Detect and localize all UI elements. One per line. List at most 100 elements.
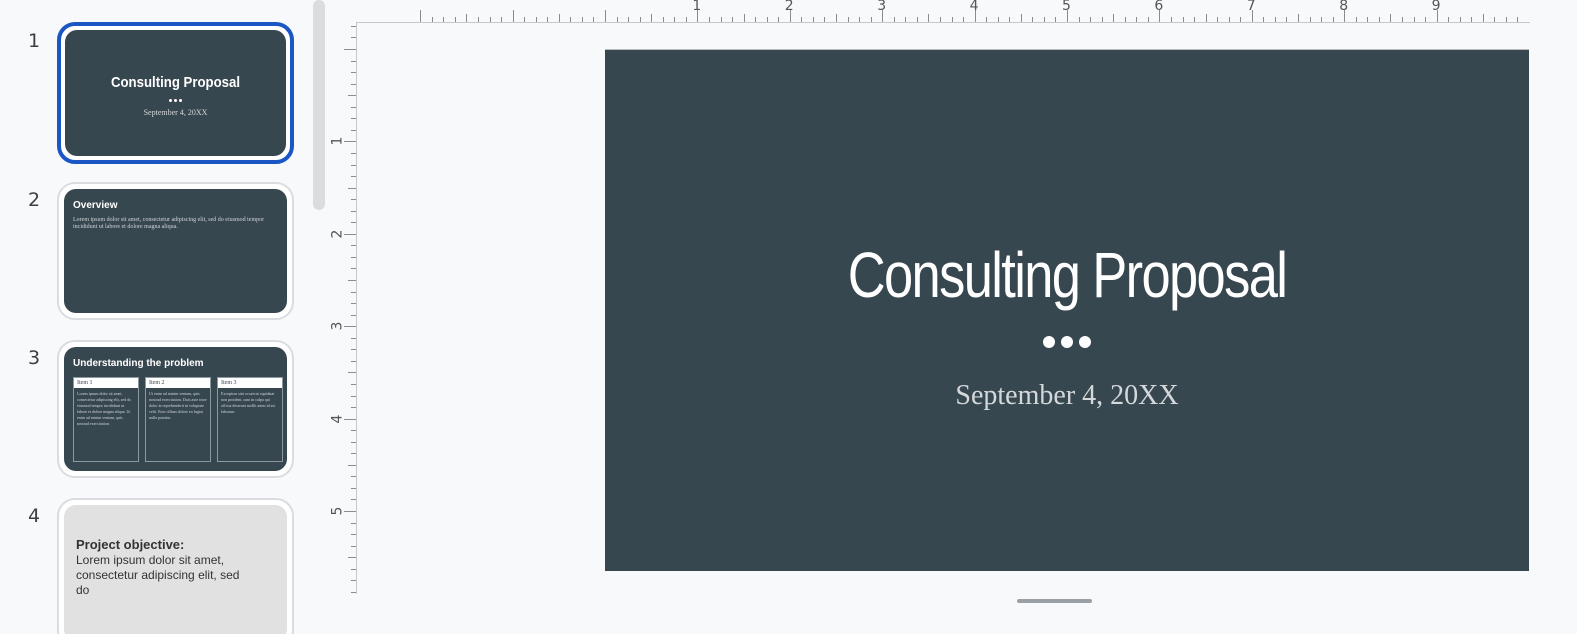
ruler-tick xyxy=(836,14,837,22)
ruler-tick xyxy=(581,17,583,22)
ruler-tick xyxy=(628,17,630,22)
ruler-tick xyxy=(351,25,356,27)
slide-number: 3 xyxy=(27,347,41,369)
ruler-tick xyxy=(1378,17,1380,22)
ruler-tick xyxy=(1517,17,1519,22)
ruler-tick xyxy=(1194,17,1196,22)
ruler-tick xyxy=(1009,17,1011,22)
slide-thumbnail-selected[interactable]: Consulting Proposal September 4, 20XX xyxy=(57,22,294,164)
column-heading: Item 2 xyxy=(146,378,210,388)
slide-thumbnail[interactable]: Overview Lorem ipsum dolor sit amet, con… xyxy=(57,182,294,320)
ruler-tick xyxy=(859,17,861,22)
ruler-tick xyxy=(344,141,356,143)
ruler-number: 1 xyxy=(692,0,702,14)
column-body: Lorem ipsum dolor sit amet, consectetur … xyxy=(77,391,132,426)
ruler-tick xyxy=(348,187,356,189)
ruler-tick xyxy=(351,337,356,339)
ruler-tick xyxy=(431,17,433,22)
ruler-tick xyxy=(1413,17,1415,22)
ruler-tick xyxy=(685,17,687,22)
ruler-tick xyxy=(1286,17,1288,22)
thumbnail-slide: Understanding the problem Item 1 Lorem i… xyxy=(64,347,287,471)
ruler-tick xyxy=(905,17,907,22)
ruler-tick xyxy=(1101,17,1103,22)
ruler-tick xyxy=(344,511,356,512)
ruler-tick xyxy=(489,17,491,22)
ruler-tick xyxy=(348,464,356,466)
ruler-tick xyxy=(351,72,356,74)
ruler-tick xyxy=(351,545,356,547)
slide-title[interactable]: Consulting Proposal xyxy=(688,238,1446,312)
thumbnail-column: Item 2 Ut enim ad minim veniam, quis nos… xyxy=(145,377,211,462)
thumbnail-column: Item 1 Lorem ipsum dolor sit amet, conse… xyxy=(73,377,139,462)
slide-subtitle[interactable]: September 4, 20XX xyxy=(605,380,1529,412)
thumbnail-body: Lorem ipsum dolor sit amet, consectetur … xyxy=(76,553,240,597)
thumbnail-title: Overview xyxy=(73,200,118,211)
ruler-tick xyxy=(916,17,918,22)
ruler-tick xyxy=(351,591,356,593)
ruler-tick xyxy=(593,17,595,22)
slide-thumbnail[interactable]: Project objective: Lorem ipsum dolor sit… xyxy=(57,498,294,634)
ruler-number: 5 xyxy=(1062,0,1071,14)
speaker-notes-handle[interactable] xyxy=(1017,599,1092,603)
ruler-tick xyxy=(351,430,356,432)
ruler-tick xyxy=(1505,17,1507,22)
ruler-tick xyxy=(1136,17,1138,22)
ruler-tick xyxy=(1170,17,1172,22)
ruler-tick xyxy=(351,395,356,397)
ruler-tick xyxy=(570,17,572,22)
ruler-tick xyxy=(824,17,826,22)
ruler-tick xyxy=(348,280,356,281)
column-heading: Item 3 xyxy=(218,378,282,388)
slide-number: 2 xyxy=(27,189,41,211)
ruler-tick xyxy=(351,256,356,258)
ruler-tick xyxy=(801,17,803,22)
ruler-tick xyxy=(1263,17,1265,22)
slide-filmstrip: 1 Consulting Proposal September 4, 20XX … xyxy=(0,0,330,634)
filmstrip-scrollbar[interactable] xyxy=(313,0,325,210)
ruler-tick xyxy=(1228,17,1230,22)
thumbnail-body: Lorem ipsum dolor sit amet, consectetur … xyxy=(73,217,265,230)
vertical-ruler[interactable]: 1 2 3 4 5 xyxy=(329,22,357,594)
ruler-tick xyxy=(1020,14,1022,22)
ruler-tick xyxy=(1124,17,1126,22)
ruler-tick xyxy=(651,14,653,22)
ruler-tick xyxy=(351,199,356,201)
ruler-tick xyxy=(1459,17,1461,22)
ruler-tick xyxy=(755,17,757,22)
ruler-tick xyxy=(1113,14,1115,22)
ruler-tick xyxy=(1274,17,1276,22)
ruler-number: 3 xyxy=(329,321,346,331)
main-slide[interactable]: Consulting Proposal September 4, 20XX xyxy=(605,49,1529,571)
ruler-tick xyxy=(344,326,356,328)
ruler-tick xyxy=(351,314,356,316)
ruler-number: 9 xyxy=(1431,0,1441,14)
ruler-tick xyxy=(778,17,780,22)
ruler-tick xyxy=(351,106,356,108)
ruler-tick xyxy=(351,164,356,166)
thumbnail-heading: Project objective: xyxy=(76,537,185,552)
column-body: Excepteur sint occaecat cupidatat non pr… xyxy=(221,391,276,414)
ruler-tick xyxy=(951,17,953,22)
thumbnail-subtitle: September 4, 20XX xyxy=(143,108,208,117)
horizontal-ruler[interactable]: 1 2 3 4 5 6 7 8 9 xyxy=(356,0,1530,23)
ruler-tick xyxy=(1321,17,1323,22)
ruler-number: 7 xyxy=(1246,0,1256,14)
ruler-tick xyxy=(351,222,356,224)
ruler-tick xyxy=(1055,17,1057,22)
ruler-tick xyxy=(1401,17,1403,22)
ruler-tick xyxy=(443,17,445,22)
ruler-tick xyxy=(1298,14,1299,22)
ruler-tick xyxy=(928,14,930,22)
ruler-tick xyxy=(351,522,356,524)
thumbnail-slide: Consulting Proposal September 4, 20XX xyxy=(65,30,286,156)
ruler-number: 1 xyxy=(329,136,346,146)
ruler-tick xyxy=(351,487,356,489)
slide-thumbnail[interactable]: Understanding the problem Item 1 Lorem i… xyxy=(57,340,294,478)
ruler-tick xyxy=(547,17,549,22)
ruler-tick xyxy=(351,83,356,85)
ruler-tick xyxy=(344,49,356,50)
thumbnail-slide: Project objective: Lorem ipsum dolor sit… xyxy=(64,505,287,634)
ruler-tick xyxy=(351,268,356,270)
ruler-tick xyxy=(674,17,676,22)
